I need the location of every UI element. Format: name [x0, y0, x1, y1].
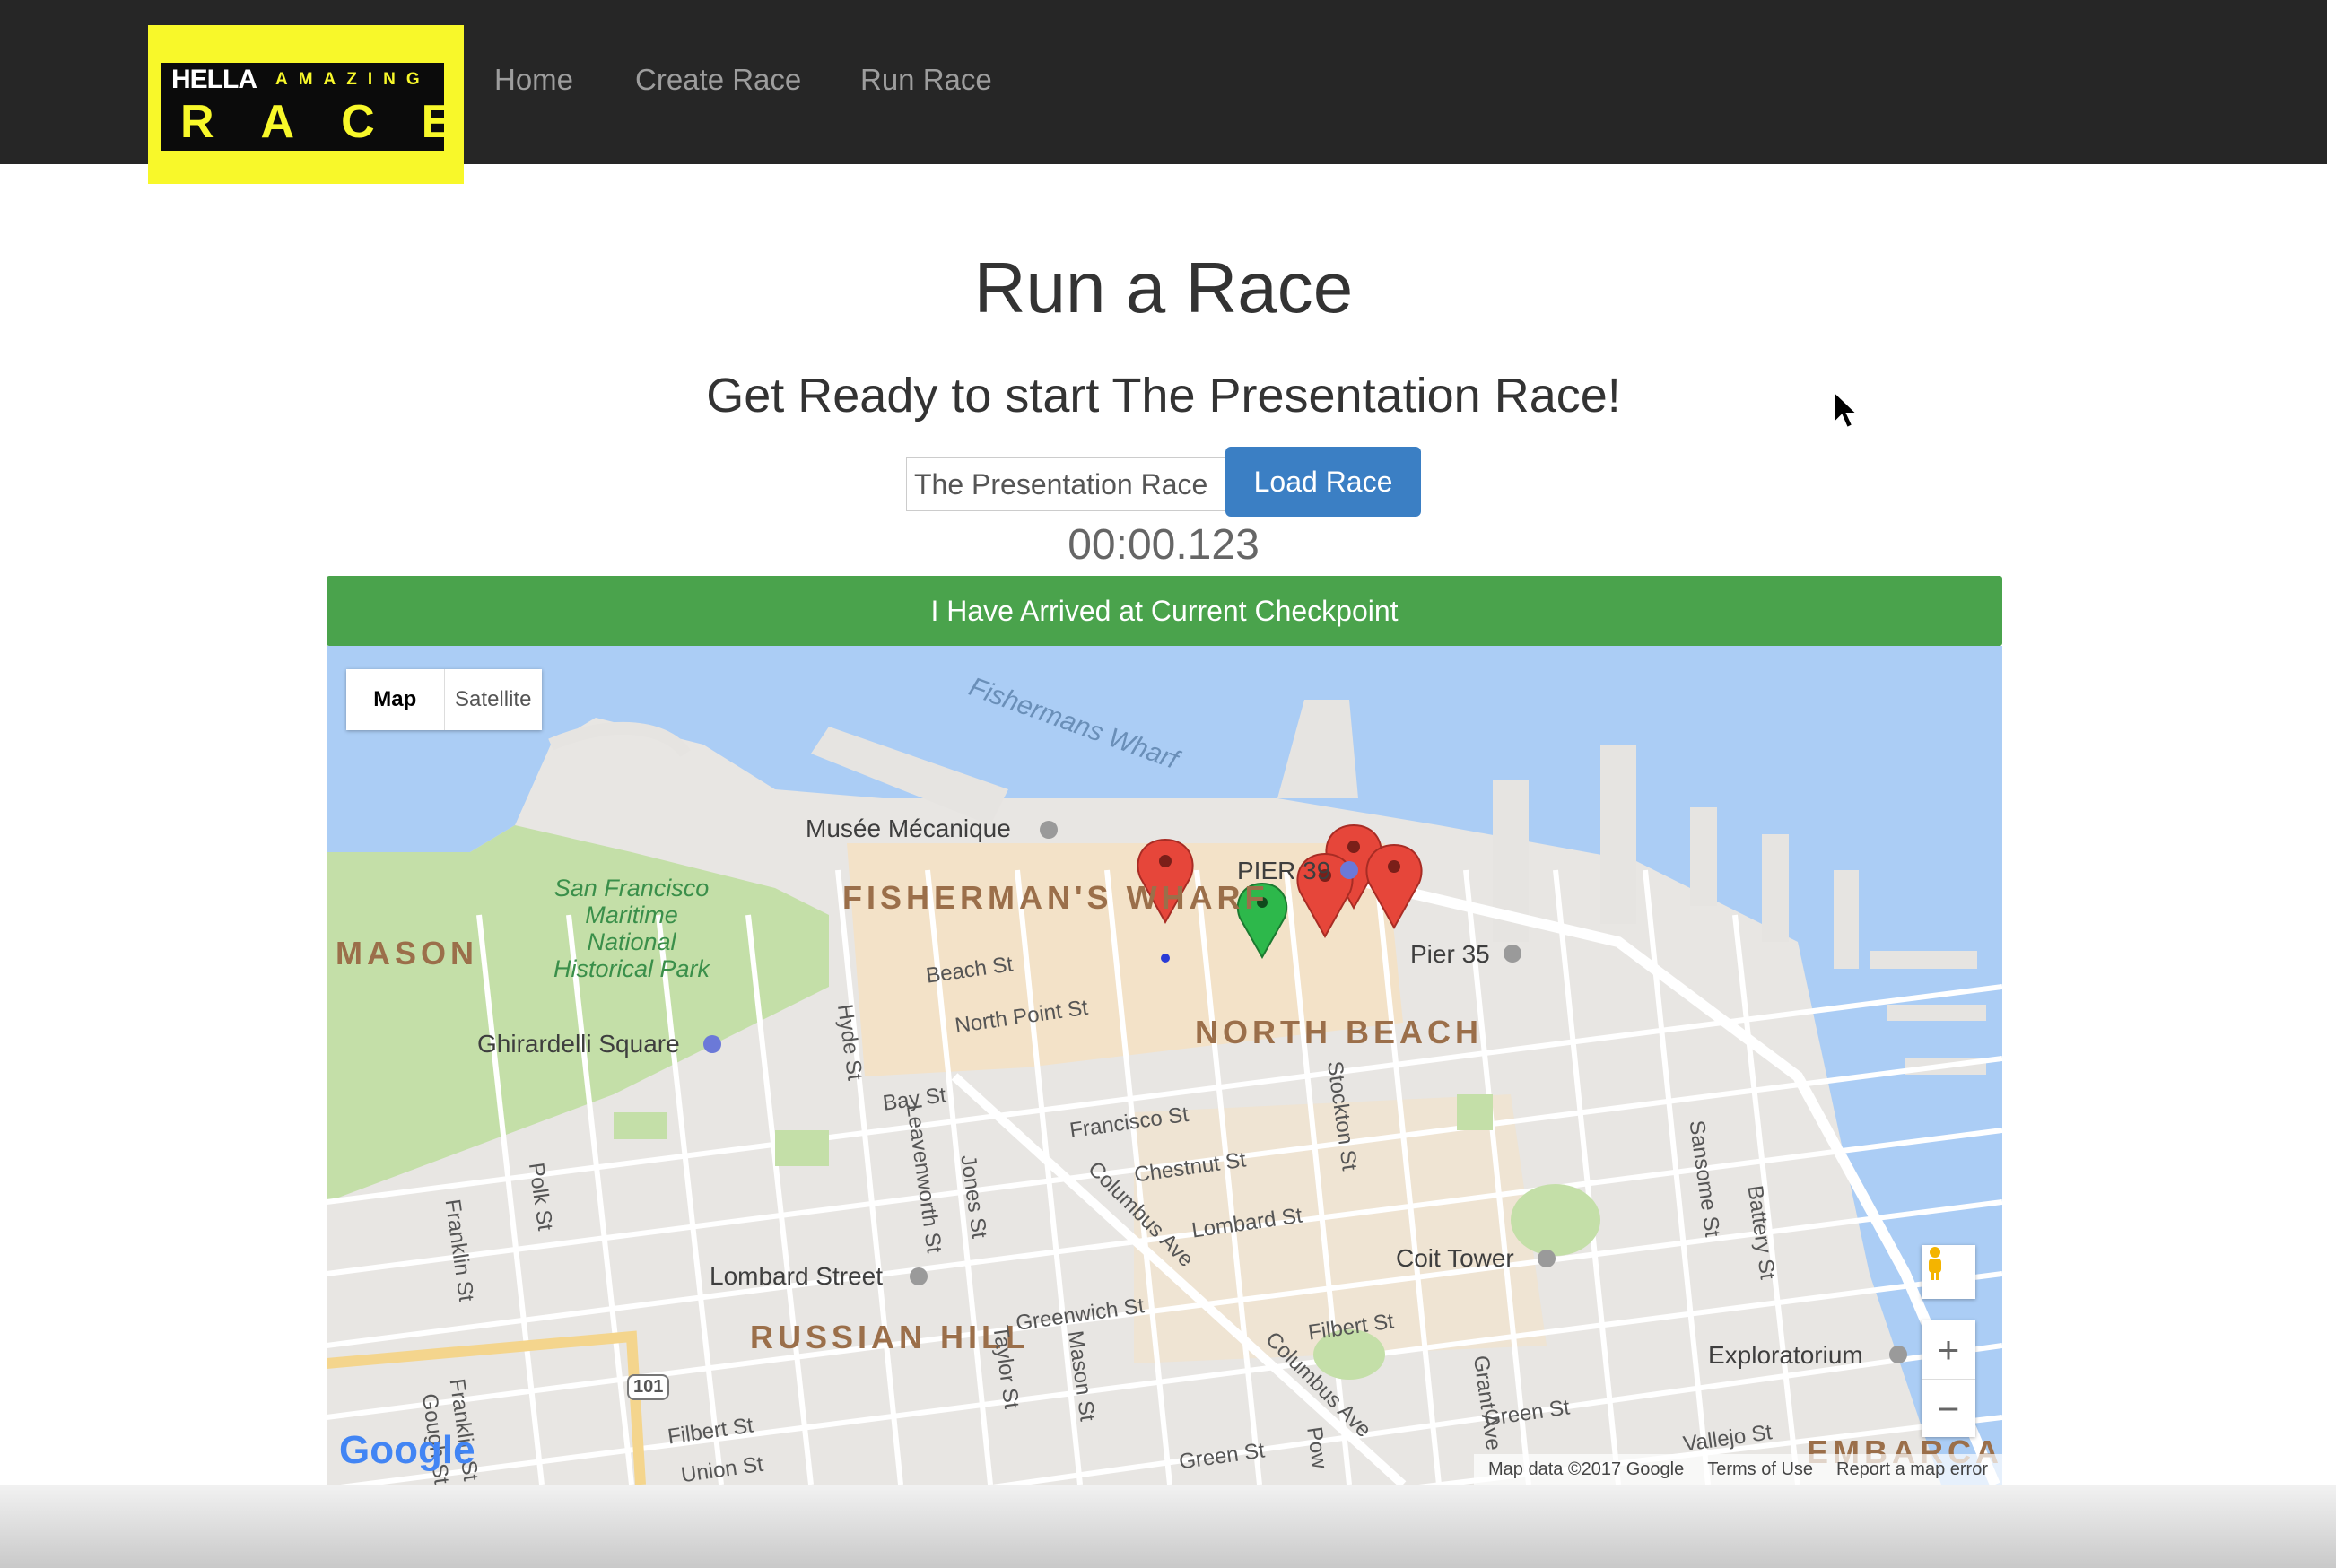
load-race-button[interactable]: Load Race	[1225, 447, 1421, 517]
lombard-icon	[910, 1267, 928, 1285]
ghirardelli-icon	[703, 1035, 721, 1053]
map-data-credit: Map data ©2017 Google	[1487, 1459, 1685, 1479]
poi-musee-mecanique: Musée Mécanique	[806, 814, 1011, 842]
logo-plate: HELLA AMAZING RACE	[161, 63, 452, 151]
nav-run-race[interactable]: Run Race	[860, 63, 992, 97]
pier-6	[1870, 951, 1977, 969]
pier-4	[1762, 834, 1789, 942]
zoom-control: + −	[1922, 1320, 1975, 1437]
map-type-satellite-button[interactable]: Satellite	[443, 669, 543, 730]
user-location-dot	[1161, 954, 1170, 963]
nav-home[interactable]: Home	[494, 63, 573, 97]
park-label: San Francisco Maritime National Historic…	[553, 875, 710, 982]
logo-race-text: RACE	[180, 96, 500, 148]
coit-icon	[1538, 1250, 1556, 1267]
map-canvas[interactable]: Map Satellite Fishermans Wharf Musée Méc…	[327, 646, 2002, 1485]
race-timer: 00:00.123	[1068, 521, 1260, 569]
zoom-in-button[interactable]: +	[1922, 1320, 1975, 1380]
pier-3	[1690, 807, 1717, 906]
map-type-map-button[interactable]: Map	[346, 669, 444, 730]
street-view-pegman[interactable]	[1922, 1245, 1975, 1299]
district-mason: MASON	[336, 935, 478, 971]
poi-exploratorium: Exploratorium	[1708, 1341, 1863, 1369]
page-title: Run a Race	[973, 248, 1354, 327]
pier39-icon	[1340, 861, 1358, 879]
district-north-beach: NORTH BEACH	[1195, 1014, 1483, 1050]
pegman-icon	[1929, 1247, 1941, 1280]
race-name-input[interactable]	[906, 457, 1225, 511]
nav-create-race[interactable]: Create Race	[635, 63, 801, 97]
poi-pier-35: Pier 35	[1410, 940, 1490, 968]
district-fishermans-wharf: FISHERMAN'S WHARF	[842, 879, 1269, 916]
bottom-fade	[0, 1485, 2336, 1568]
pier-5	[1834, 870, 1859, 969]
terms-of-use-link[interactable]: Terms of Use	[1707, 1459, 1813, 1480]
pier-7	[1887, 1005, 1986, 1021]
park-patch-2	[775, 1130, 829, 1166]
mouse-cursor-icon	[1834, 390, 1860, 430]
poi-coit-tower: Coit Tower	[1396, 1244, 1514, 1272]
coit-park	[1511, 1184, 1600, 1256]
brand-logo[interactable]: HELLA AMAZING RACE	[148, 25, 464, 184]
highway-101-shield: 101	[627, 1374, 670, 1400]
musee-icon	[1040, 821, 1058, 839]
map-attribution-bar: Map data ©2017 Google Terms of Use Repor…	[1473, 1454, 2002, 1485]
google-logo[interactable]: Google	[339, 1428, 475, 1473]
map-type-control: Map Satellite	[346, 669, 542, 730]
logo-hella-text: HELLA	[171, 65, 257, 94]
poi-lombard-street: Lombard Street	[710, 1262, 883, 1290]
zoom-out-button[interactable]: −	[1922, 1380, 1975, 1438]
pier-2	[1600, 745, 1636, 924]
park-patch-3	[1457, 1094, 1493, 1130]
park-cove	[548, 721, 691, 758]
poi-ghirardelli: Ghirardelli Square	[477, 1030, 680, 1058]
google-wordmark: Google	[339, 1428, 475, 1472]
park-patch-1	[614, 1112, 667, 1139]
exploratorium-icon	[1889, 1346, 1907, 1363]
arrived-checkpoint-button[interactable]: I Have Arrived at Current Checkpoint	[327, 576, 2002, 646]
pier35-icon	[1504, 945, 1521, 963]
page-subtitle: Get Ready to start The Presentation Race…	[706, 369, 1621, 422]
report-map-error-link[interactable]: Report a map error	[1836, 1459, 1988, 1480]
logo-amazing-text: AMAZING	[275, 70, 431, 89]
